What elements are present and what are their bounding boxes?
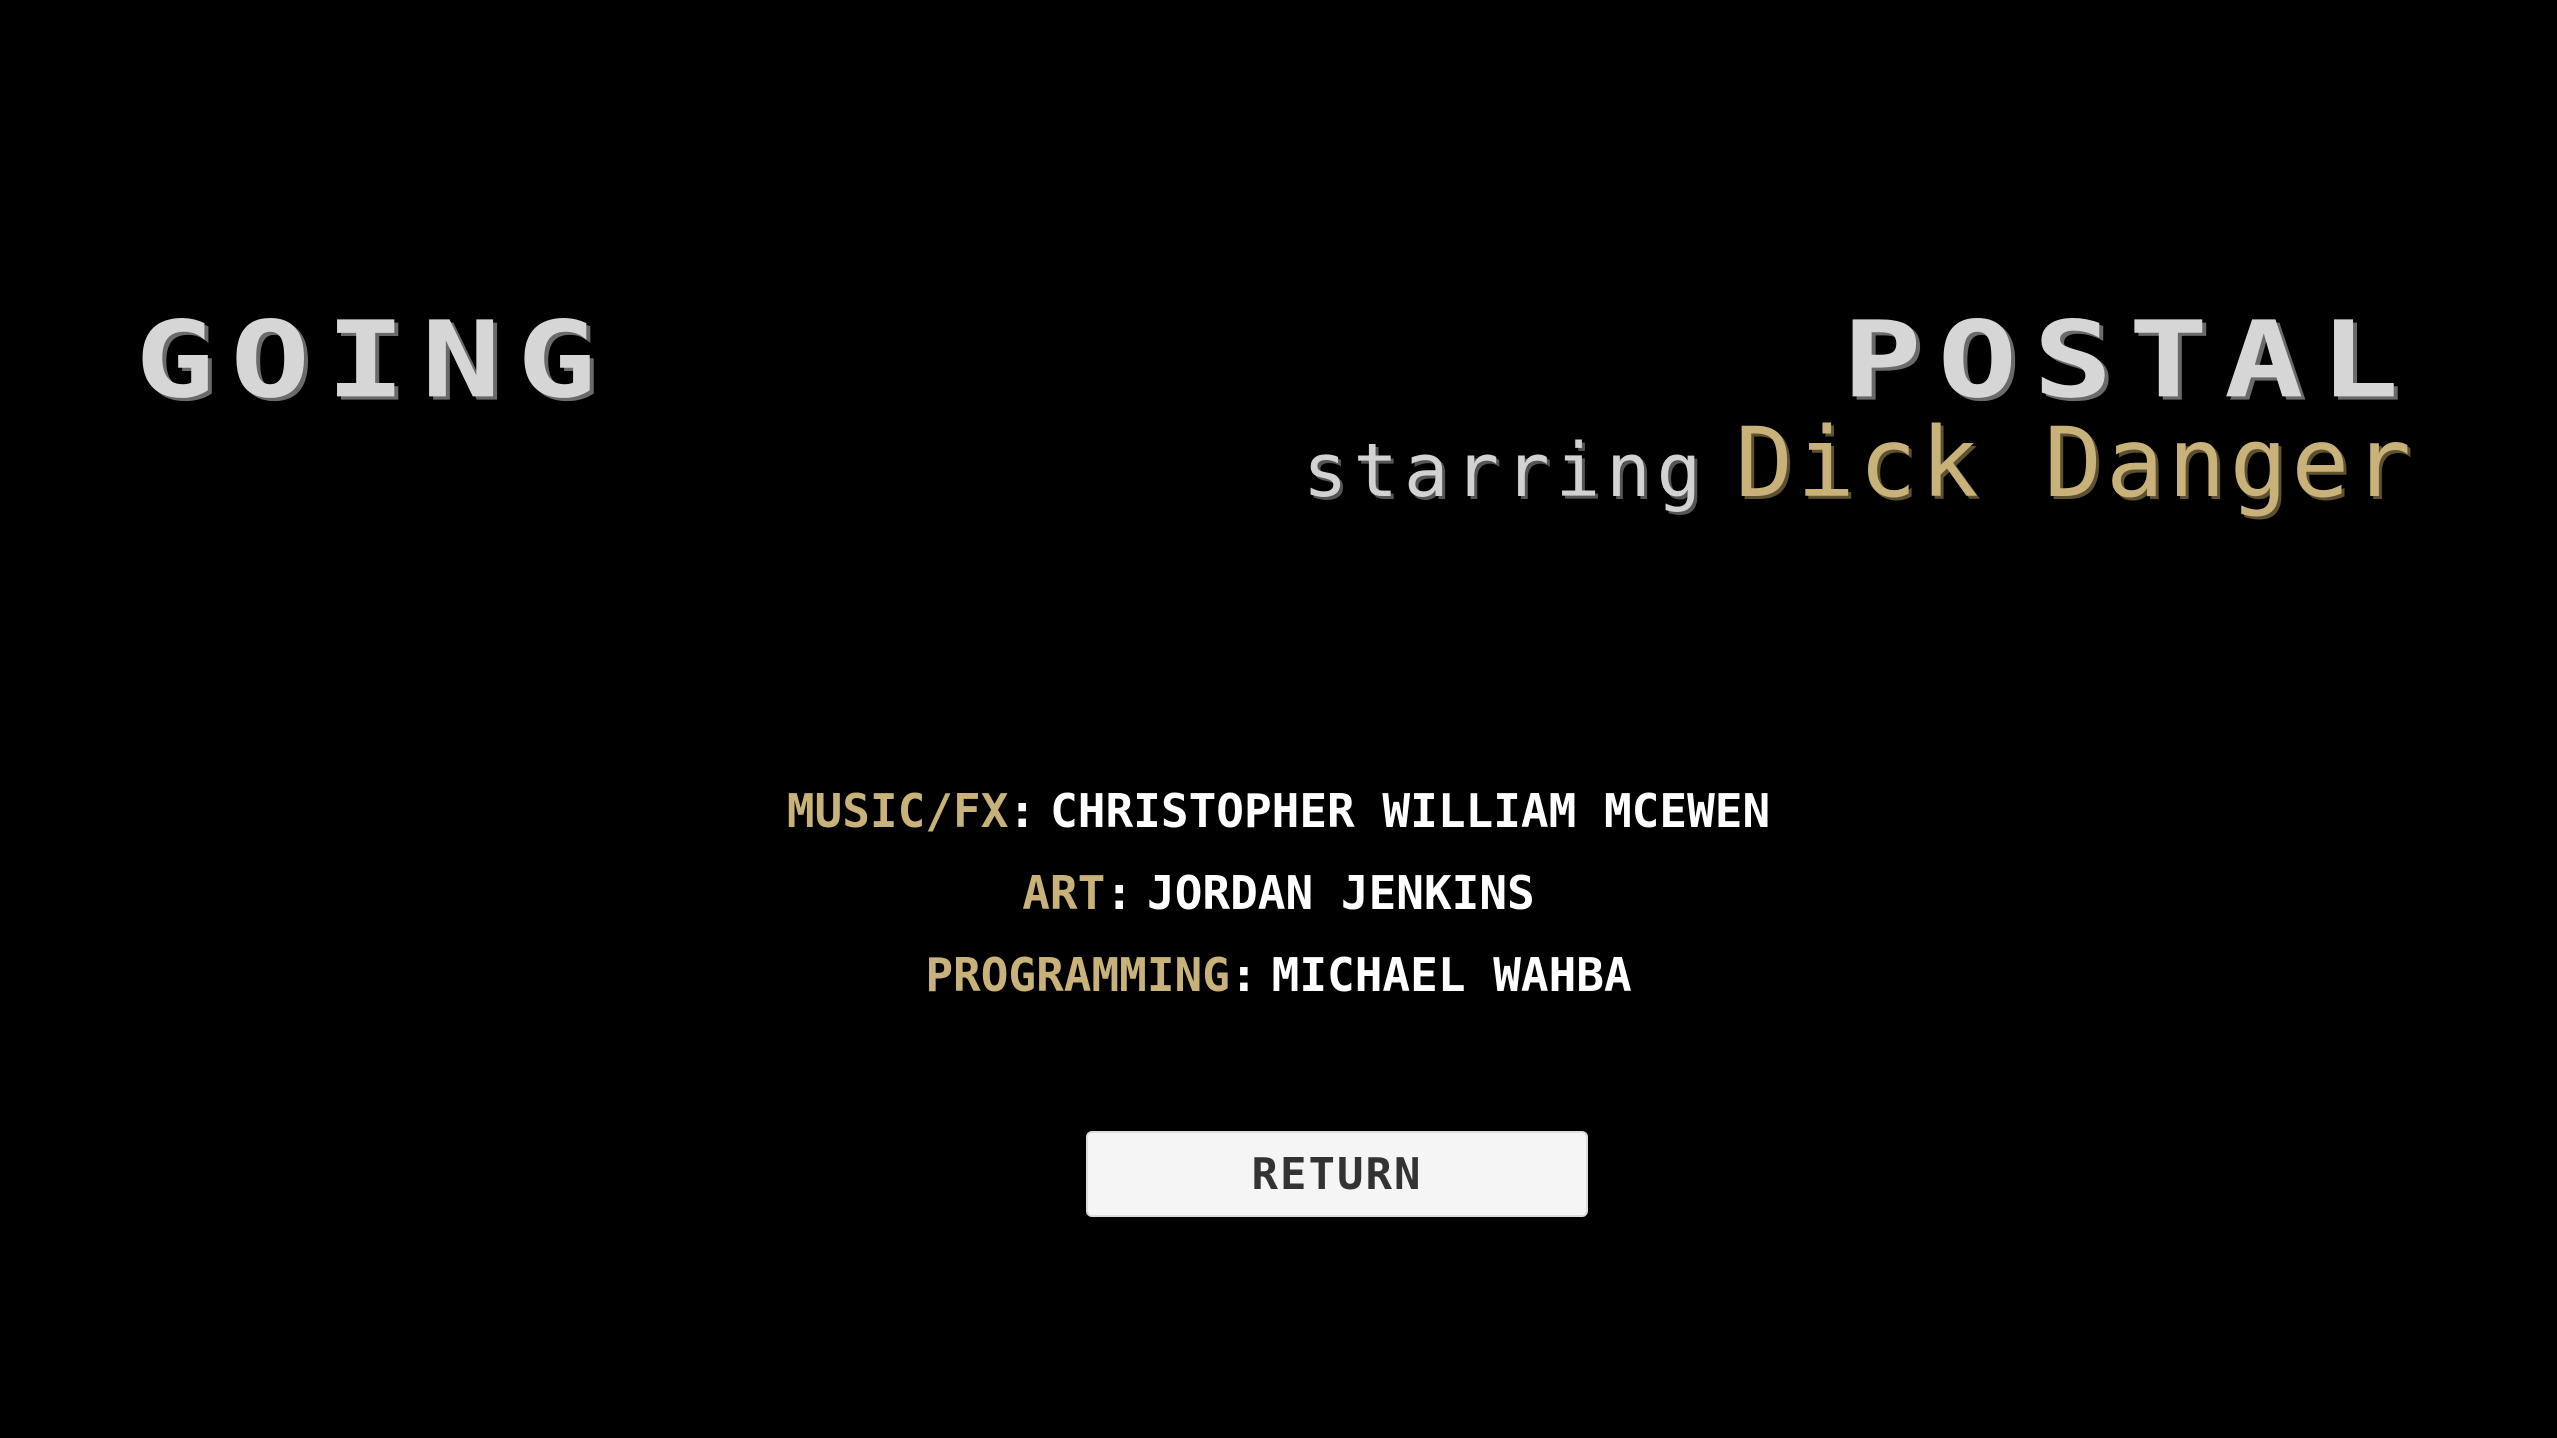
star-name: Dick Danger xyxy=(1735,407,2415,519)
return-button-label: RETURN xyxy=(1251,1148,1423,1200)
credit-name: CHRISTOPHER WILLIAM MCEWEN xyxy=(1050,784,1771,838)
credit-role: MUSIC/FX xyxy=(786,784,1009,838)
logo-subtitle: starring Dick Danger xyxy=(1302,407,2415,519)
game-logo: GOING POSTAL starring Dick Danger xyxy=(135,298,2415,519)
starring-text: starring xyxy=(1302,428,1708,514)
credit-name: JORDAN JENKINS xyxy=(1147,866,1535,920)
credit-line-programming: PROGRAMMING: MICHAEL WAHBA xyxy=(0,934,2557,1016)
credits-list: MUSIC/FX: CHRISTOPHER WILLIAM MCEWEN ART:… xyxy=(0,770,2557,1016)
credit-name: MICHAEL WAHBA xyxy=(1271,948,1632,1002)
game-title: GOING POSTAL xyxy=(135,298,2415,422)
credit-role: PROGRAMMING xyxy=(925,948,1230,1002)
credit-separator: : xyxy=(1229,948,1258,1002)
return-button[interactable]: RETURN xyxy=(1086,1131,1588,1217)
credit-separator: : xyxy=(1105,866,1134,920)
credit-role: ART xyxy=(1022,866,1106,920)
credit-line-art: ART: JORDAN JENKINS xyxy=(0,852,2557,934)
credit-separator: : xyxy=(1008,784,1037,838)
credit-line-music: MUSIC/FX: CHRISTOPHER WILLIAM MCEWEN xyxy=(0,770,2557,852)
